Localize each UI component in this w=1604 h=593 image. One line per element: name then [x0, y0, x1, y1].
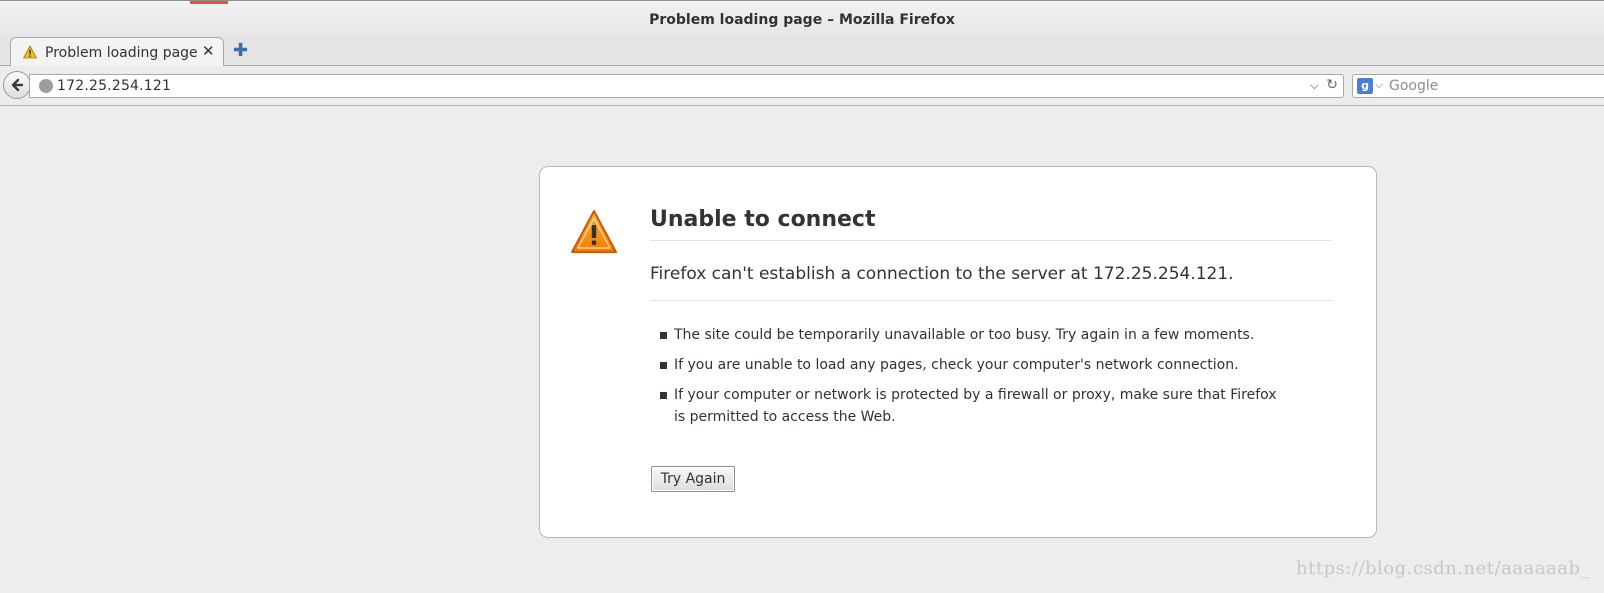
tab-strip: Problem loading page ✕ ✚: [0, 37, 1604, 67]
titlebar-accent: [190, 1, 228, 4]
error-page-container: Unable to connect Firefox can't establis…: [539, 166, 1377, 538]
bullet-icon: [660, 332, 667, 339]
suggestion-text: If your computer or network is protected…: [674, 387, 1277, 425]
url-bar[interactable]: 172.25.254.121 ⌵ ↻: [29, 74, 1344, 98]
back-arrow-icon: [11, 78, 24, 92]
globe-icon[interactable]: [39, 79, 53, 93]
list-item: If your computer or network is protected…: [660, 384, 1284, 428]
tab-problem-loading-page[interactable]: Problem loading page ✕: [10, 37, 224, 67]
chevron-down-icon[interactable]: ⌵: [1310, 78, 1319, 93]
search-input[interactable]: [1389, 76, 1589, 96]
suggestion-list: The site could be temporarily unavailabl…: [660, 324, 1284, 436]
chevron-down-icon[interactable]: ⌵: [1375, 78, 1383, 92]
error-description: Firefox can't establish a connection to …: [650, 264, 1332, 301]
watermark: https://blog.csdn.net/aaaaaab_: [1296, 558, 1590, 579]
window-titlebar: Problem loading page – Mozilla Firefox: [0, 0, 1604, 37]
plus-icon[interactable]: ✚: [233, 42, 248, 60]
try-again-button[interactable]: Try Again: [651, 466, 735, 492]
close-icon[interactable]: ✕: [202, 43, 215, 59]
tab-label: Problem loading page: [45, 45, 198, 61]
google-icon[interactable]: g: [1357, 78, 1373, 94]
url-text[interactable]: 172.25.254.121: [57, 78, 171, 94]
suggestion-text: The site could be temporarily unavailabl…: [674, 327, 1255, 343]
list-item: If you are unable to load any pages, che…: [660, 354, 1284, 376]
warning-icon: [22, 44, 38, 59]
warning-triangle-icon: [570, 209, 618, 259]
suggestion-text: If you are unable to load any pages, che…: [674, 357, 1239, 373]
reload-icon[interactable]: ↻: [1326, 77, 1338, 93]
navigation-toolbar: 172.25.254.121 ⌵ ↻ g ⌵: [0, 66, 1604, 106]
error-title: Unable to connect: [650, 207, 1332, 241]
back-button[interactable]: [3, 71, 31, 99]
bullet-icon: [660, 362, 667, 369]
window-title: Problem loading page – Mozilla Firefox: [649, 12, 955, 28]
bullet-icon: [660, 392, 667, 399]
list-item: The site could be temporarily unavailabl…: [660, 324, 1284, 346]
search-bar[interactable]: g ⌵: [1352, 74, 1604, 98]
page-content: Unable to connect Firefox can't establis…: [0, 106, 1604, 593]
